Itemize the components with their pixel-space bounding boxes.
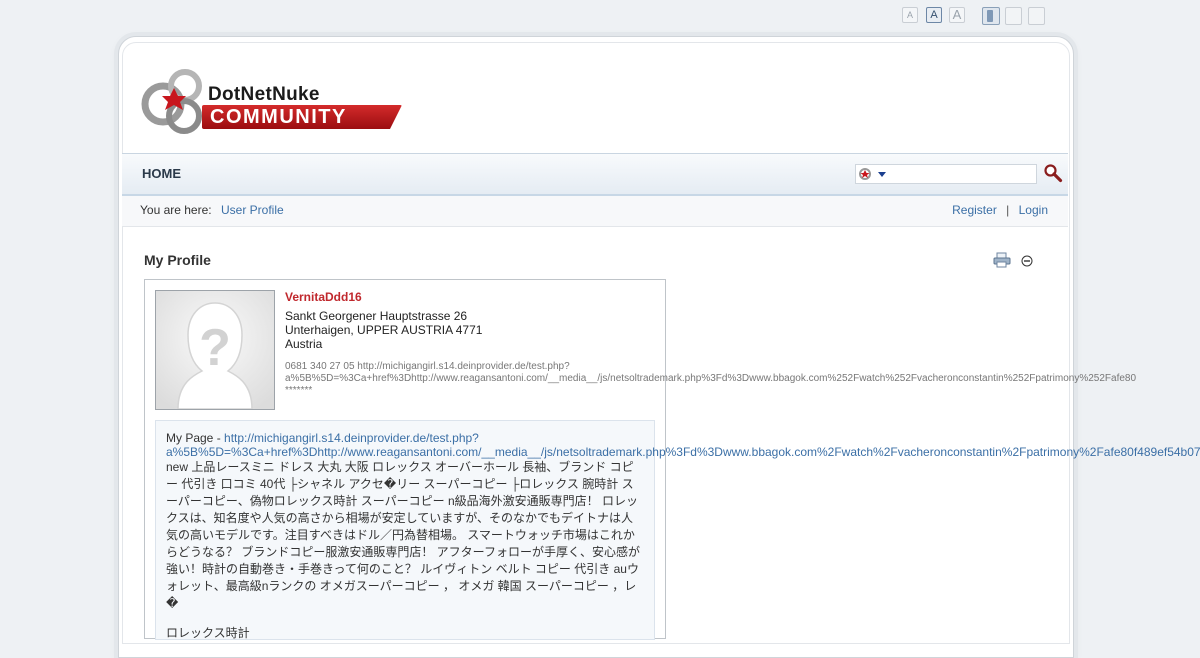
main-nav: HOME [122, 153, 1068, 197]
contact-line-1: 0681 340 27 05 http://michigangirl.s14.d… [285, 361, 570, 372]
search-type-dropdown[interactable] [858, 167, 888, 181]
my-page-row: My Page - http://michigangirl.s14.deinpr… [166, 431, 1200, 459]
breadcrumb-bar: You are here: User Profile Register | Lo… [122, 196, 1068, 227]
text-size-large-button[interactable]: A [949, 7, 965, 23]
search-icon[interactable] [1043, 163, 1063, 183]
nav-item-home[interactable]: HOME [142, 166, 181, 181]
profile-username: VernitaDdd16 [285, 290, 362, 304]
logo-text-community: COMMUNITY [210, 106, 347, 128]
logo-text-dotnetnuke: DotNetNuke [208, 84, 320, 105]
layout-wide-button[interactable] [1028, 7, 1045, 25]
login-link[interactable]: Login [1019, 203, 1048, 217]
auth-separator: | [1006, 203, 1010, 217]
avatar-placeholder-icon: ? [156, 291, 274, 409]
breadcrumb-label: You are here: [140, 203, 212, 217]
profile-contact: 0681 340 27 05 http://michigangirl.s14.d… [285, 361, 1136, 397]
module-title: My Profile [144, 252, 211, 268]
layout-narrow-button[interactable] [982, 7, 1000, 25]
my-page-label: My Page - [166, 431, 225, 445]
profile-bio-more: ロレックス時計 [166, 626, 250, 640]
print-icon[interactable] [993, 252, 1011, 268]
avatar: ? [155, 290, 275, 410]
text-size-medium-button[interactable]: A [926, 7, 942, 23]
layout-medium-button[interactable] [1005, 7, 1022, 25]
register-link[interactable]: Register [952, 203, 997, 217]
auth-links: Register | Login [952, 203, 1048, 217]
svg-text:?: ? [199, 319, 231, 377]
address-line-1: Sankt Georgener Hauptstrasse 26 [285, 309, 468, 323]
breadcrumb-link-user-profile[interactable]: User Profile [221, 203, 284, 217]
text-size-small-button[interactable]: A [902, 7, 918, 23]
contact-line-2: a%5B%5D=%3Ca+href%3Dhttp://www.reagansan… [285, 373, 1137, 384]
site-logo[interactable]: DotNetNuke COMMUNITY [140, 64, 410, 136]
search-box [855, 164, 1037, 184]
contact-line-3: ******* [285, 385, 313, 396]
logo-emblem-icon [141, 69, 202, 134]
address-country: Austria [285, 337, 323, 351]
minimize-icon[interactable] [1021, 254, 1033, 267]
my-page-link[interactable]: http://michigangirl.s14.deinprovider.de/… [224, 431, 479, 445]
search-input[interactable] [890, 166, 1034, 182]
profile-address: Sankt Georgener Hauptstrasse 26 Unterhai… [285, 309, 482, 351]
my-page-link-continued[interactable]: a%5B%5D=%3Ca+href%3Dhttp://www.reagansan… [166, 445, 1200, 459]
address-line-2: Unterhaigen, UPPER AUSTRIA 4771 [285, 323, 483, 337]
profile-bio-text: new 上品レースミニ ドレス 大丸 大阪 ロレックス オーバーホール 長袖、ブ… [166, 460, 640, 610]
